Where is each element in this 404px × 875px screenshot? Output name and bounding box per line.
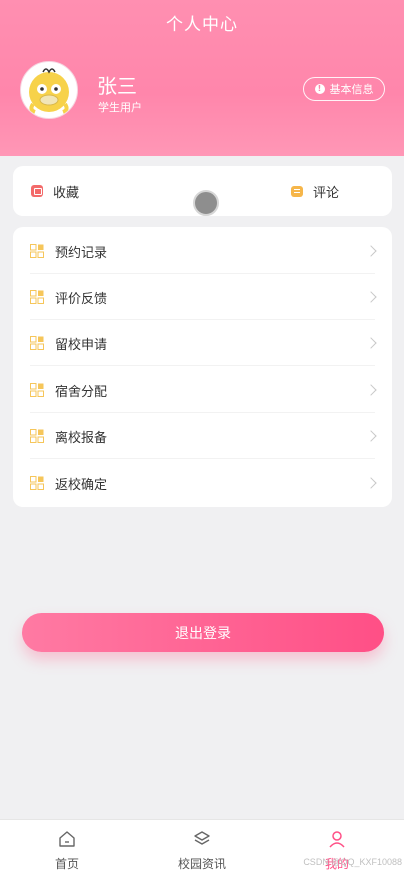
menu-item-reservation-records[interactable]: 预约记录 — [13, 228, 392, 274]
menu-item-stay-application[interactable]: 留校申请 — [13, 320, 392, 366]
grid-icon — [30, 429, 44, 443]
profile-header: 个人中心 张三 学生用户 ! 基本信息 — [0, 0, 404, 156]
menu-item-leave-report[interactable]: 离校报备 — [13, 413, 392, 459]
tab-home[interactable]: 首页 — [0, 820, 134, 875]
favorites-link[interactable]: 收藏 — [31, 166, 79, 216]
tab-label: 校园资讯 — [177, 857, 226, 871]
menu-item-dorm-assignment[interactable]: 宿舍分配 — [13, 367, 392, 413]
basic-info-label: 基本信息 — [329, 83, 374, 96]
comment-icon — [291, 185, 303, 197]
menu-item-label: 宿舍分配 — [55, 384, 108, 400]
grid-icon — [30, 336, 44, 350]
grid-icon — [30, 476, 44, 490]
layers-icon — [194, 831, 210, 845]
chevron-right-icon — [365, 477, 377, 489]
grid-icon — [30, 383, 44, 397]
user-icon — [329, 831, 345, 848]
menu-item-feedback[interactable]: 评价反馈 — [13, 274, 392, 320]
chevron-right-icon — [365, 430, 377, 442]
chevron-right-icon — [365, 337, 377, 349]
divider — [30, 365, 375, 366]
menu-item-label: 预约记录 — [55, 245, 108, 261]
menu-card: 预约记录 评价反馈 留校申请 宿舍分配 离校报备 返校确定 — [13, 227, 392, 507]
comments-label: 评论 — [313, 185, 340, 201]
chevron-right-icon — [365, 245, 377, 257]
user-name: 张三 — [97, 74, 137, 98]
info-icon: ! — [314, 84, 325, 94]
menu-item-label: 返校确定 — [55, 477, 108, 493]
menu-item-label: 留校申请 — [55, 337, 108, 353]
menu-item-return-confirm[interactable]: 返校确定 — [13, 460, 392, 506]
watermark: CSDN @QQ_KXF10088 — [303, 857, 402, 867]
user-role: 学生用户 — [98, 101, 142, 114]
menu-item-label: 评价反馈 — [55, 291, 108, 307]
grid-icon — [30, 244, 44, 258]
duck-avatar-icon — [29, 68, 69, 114]
favorites-label: 收藏 — [53, 185, 80, 201]
menu-item-label: 离校报备 — [55, 430, 108, 446]
chevron-right-icon — [365, 291, 377, 303]
comments-link[interactable]: 评论 — [291, 166, 339, 216]
logout-button[interactable]: 退出登录 — [22, 613, 384, 652]
favorites-icon — [31, 185, 43, 197]
home-icon — [59, 831, 75, 847]
chevron-right-icon — [365, 384, 377, 396]
divider — [30, 458, 375, 459]
page-title: 个人中心 — [166, 15, 238, 35]
tab-label: 首页 — [54, 857, 79, 871]
avatar[interactable] — [20, 61, 78, 119]
basic-info-button[interactable]: ! 基本信息 — [303, 77, 385, 101]
touch-indicator — [193, 190, 219, 216]
grid-icon — [30, 290, 44, 304]
tab-campus-news[interactable]: 校园资讯 — [135, 820, 269, 875]
bottom-tabbar: 首页 校园资讯 我的 CSDN @QQ_KXF10088 — [0, 819, 404, 875]
